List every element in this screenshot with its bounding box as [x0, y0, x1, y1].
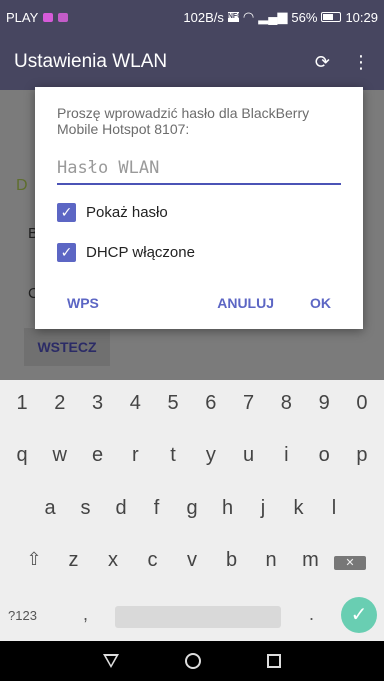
space-key[interactable] — [115, 606, 281, 628]
show-password-checkbox[interactable]: ✓ Pokaż hasło — [57, 203, 341, 222]
key[interactable]: u — [233, 444, 265, 467]
key[interactable]: p — [346, 444, 378, 467]
key[interactable]: o — [308, 444, 340, 467]
key[interactable]: v — [176, 549, 208, 572]
signal-icon: ▂▄▆ — [258, 9, 288, 24]
keyboard: 1 2 3 4 5 6 7 8 9 0 q w e r t y u i o p … — [0, 380, 384, 641]
recents-icon[interactable] — [267, 654, 281, 668]
letter-row-1: q w e r t y u i o p — [0, 444, 384, 467]
battery-level: 56% — [291, 9, 318, 25]
key[interactable]: i — [270, 444, 302, 467]
carrier-label: PLAY — [6, 9, 39, 25]
key[interactable]: q — [6, 444, 38, 467]
wifi-icon: ◠ — [242, 9, 255, 24]
key[interactable]: 6 — [195, 392, 227, 415]
symbols-key[interactable]: ?123 — [8, 608, 37, 623]
battery-icon — [321, 12, 342, 22]
key[interactable]: 0 — [346, 392, 378, 415]
back-button[interactable]: WSTECZ — [24, 328, 110, 366]
backspace-icon[interactable]: ✕ — [334, 549, 366, 572]
key[interactable]: 8 — [270, 392, 302, 415]
checkbox-checked-icon[interactable]: ✓ — [57, 243, 76, 262]
key[interactable]: 4 — [119, 392, 151, 415]
network-speed: 102B/s — [183, 9, 224, 25]
key[interactable]: z — [58, 549, 90, 572]
key[interactable]: j — [247, 497, 279, 520]
letter-row-2: a s d f g h j k l — [0, 497, 384, 520]
number-row: 1 2 3 4 5 6 7 8 9 0 — [0, 392, 384, 415]
notification-icon — [43, 12, 54, 22]
key[interactable]: 3 — [82, 392, 114, 415]
dhcp-label: DHCP włączone — [86, 244, 195, 261]
key[interactable]: s — [70, 497, 102, 520]
key[interactable]: b — [216, 549, 248, 572]
key[interactable]: n — [255, 549, 287, 572]
enter-check-icon[interactable]: ✓ — [341, 597, 377, 633]
more-options-icon[interactable]: ⋮ — [352, 52, 370, 73]
ok-button[interactable]: OK — [310, 295, 331, 311]
home-icon[interactable] — [185, 653, 201, 669]
wps-button[interactable]: WPS — [67, 295, 99, 311]
status-bar: PLAY 102B/s NFC ◠ ▂▄▆ 56% 10:29 — [0, 0, 384, 34]
nfc-icon: NFC — [227, 12, 243, 22]
checkbox-checked-icon[interactable]: ✓ — [57, 203, 76, 222]
key[interactable]: 5 — [157, 392, 189, 415]
key[interactable]: r — [119, 444, 151, 467]
key[interactable]: t — [157, 444, 189, 467]
dialog-prompt: Proszę wprowadzić hasło dla BlackBerry M… — [57, 105, 310, 137]
key[interactable]: h — [212, 497, 244, 520]
key[interactable]: g — [176, 497, 208, 520]
back-icon[interactable] — [103, 654, 119, 668]
refresh-icon[interactable]: ⟳ — [315, 52, 330, 73]
key[interactable]: m — [295, 549, 327, 572]
key[interactable]: x — [97, 549, 129, 572]
key[interactable]: w — [44, 444, 76, 467]
password-input[interactable]: Hasło WLAN — [57, 155, 341, 185]
key[interactable]: d — [105, 497, 137, 520]
key[interactable]: l — [318, 497, 350, 520]
section-header: D — [16, 177, 28, 194]
period-key[interactable]: . — [309, 604, 314, 625]
bottom-key-row: ?123 , . ✓ — [0, 597, 384, 633]
letter-row-3: ⇧ z x c v b n m ✕ — [0, 549, 384, 572]
key[interactable]: 1 — [6, 392, 38, 415]
clock: 10:29 — [345, 9, 378, 25]
page-title: Ustawienia WLAN — [14, 51, 168, 72]
key[interactable]: c — [137, 549, 169, 572]
password-dialog: Proszę wprowadzić hasło dla BlackBerry M… — [35, 87, 363, 329]
show-password-label: Pokaż hasło — [86, 204, 168, 221]
key[interactable]: e — [82, 444, 114, 467]
comma-key[interactable]: , — [83, 604, 88, 625]
key[interactable]: k — [283, 497, 315, 520]
message-icon — [58, 12, 69, 22]
key[interactable]: 9 — [308, 392, 340, 415]
key[interactable]: 2 — [44, 392, 76, 415]
key[interactable]: y — [195, 444, 227, 467]
key[interactable]: a — [34, 497, 66, 520]
shift-icon[interactable]: ⇧ — [18, 549, 50, 572]
key[interactable]: 7 — [233, 392, 265, 415]
dhcp-checkbox[interactable]: ✓ DHCP włączone — [57, 243, 341, 262]
key[interactable]: f — [141, 497, 173, 520]
cancel-button[interactable]: ANULUJ — [217, 295, 274, 311]
app-bar: Ustawienia WLAN ⟳ ⋮ — [0, 34, 384, 90]
nav-bar — [0, 641, 384, 681]
